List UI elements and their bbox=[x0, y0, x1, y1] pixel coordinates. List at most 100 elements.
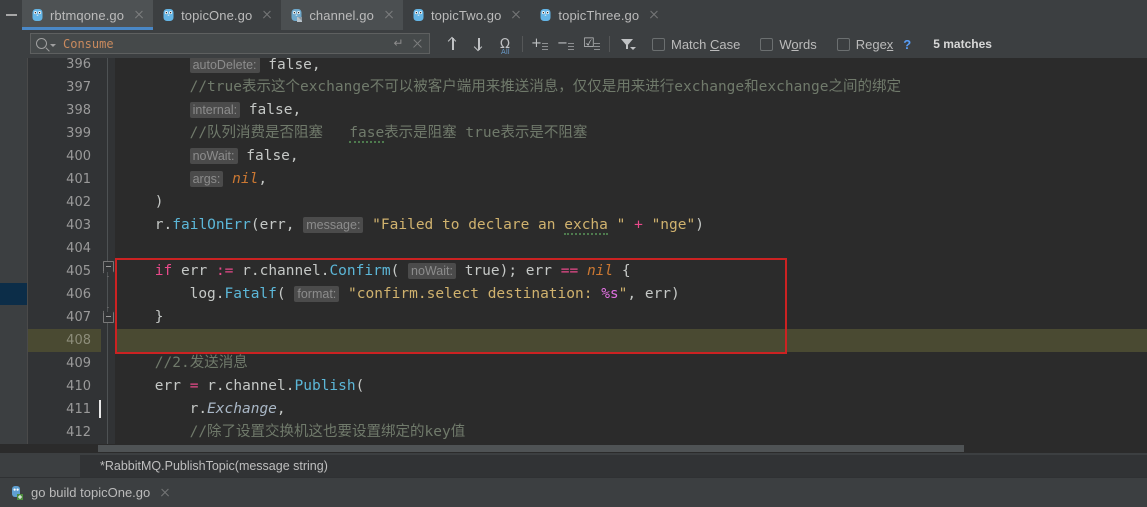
code-line-399[interactable]: //队列消费是否阻塞 fase表示是阻塞 true表示是不阻塞 bbox=[115, 122, 1147, 145]
code-line-406[interactable]: log.Fatalf( format: "confirm.select dest… bbox=[115, 283, 1147, 306]
arrow-down-icon bbox=[474, 37, 484, 51]
editor-tab-topicOne-go[interactable]: topicOne.go bbox=[153, 0, 282, 30]
line-number: 411 bbox=[66, 402, 91, 417]
search-input-value[interactable]: Consume bbox=[63, 37, 392, 51]
remove-line-button[interactable]: − bbox=[553, 31, 579, 57]
fold-marker-open[interactable] bbox=[102, 261, 114, 272]
checkbox-match-case[interactable]: Match Case bbox=[652, 37, 740, 52]
editor-tab-rbtmqone-go[interactable]: rbtmqone.go bbox=[22, 0, 154, 30]
find-toolbar: Consume ↵ Ω All + − ☑ Match Case Words Rege… bbox=[0, 30, 1147, 59]
plus-lines-icon: + bbox=[531, 36, 549, 52]
close-icon[interactable] bbox=[261, 9, 273, 21]
go-file-icon bbox=[162, 8, 175, 23]
find-actions: Ω All + − ☑ bbox=[440, 30, 640, 58]
close-icon[interactable] bbox=[159, 487, 171, 499]
editor-tab-channel-go[interactable]: channel.go bbox=[281, 0, 403, 30]
close-icon[interactable] bbox=[510, 9, 522, 21]
checkbox-regex[interactable]: Regex bbox=[836, 37, 893, 52]
editor-tab-topicTwo-go[interactable]: topicTwo.go bbox=[402, 0, 531, 30]
scrollbar-thumb[interactable] bbox=[98, 445, 964, 452]
editor-tab-bar: rbtmqone.go topicOne.go channel.go topicTwo… bbox=[0, 0, 1147, 31]
add-line-button[interactable]: + bbox=[527, 31, 553, 57]
code-line-400[interactable]: noWait: false, bbox=[115, 145, 1147, 168]
divider bbox=[518, 31, 527, 57]
code-line-403[interactable]: r.failOnErr(err, message: "Failed to dec… bbox=[115, 214, 1147, 237]
marker-gutter[interactable] bbox=[0, 58, 28, 453]
insert-newline-icon[interactable]: ↵ bbox=[392, 37, 405, 50]
line-number: 410 bbox=[66, 379, 91, 394]
code-line-410[interactable]: err = r.channel.Publish( bbox=[115, 375, 1147, 398]
code-line-408[interactable] bbox=[115, 329, 1147, 352]
checkbox-label: Match Case bbox=[671, 36, 741, 52]
horizontal-scrollbar[interactable] bbox=[0, 444, 1147, 453]
code-line-409[interactable]: //2.发送消息 bbox=[115, 352, 1147, 375]
code-line-402[interactable]: ) bbox=[115, 191, 1147, 214]
toggle-selection-button[interactable]: ☑ bbox=[579, 31, 605, 57]
line-number: 400 bbox=[66, 149, 91, 164]
help-link[interactable]: ? bbox=[903, 37, 911, 52]
breadcrumb: *RabbitMQ.PublishTopic(message string) bbox=[0, 455, 1147, 477]
clear-icon[interactable] bbox=[411, 37, 424, 50]
code-line-407[interactable]: } bbox=[115, 306, 1147, 329]
go-file-icon bbox=[31, 8, 44, 23]
collapse-icon[interactable] bbox=[0, 0, 22, 30]
tool-window-label[interactable]: go build topicOne.go bbox=[31, 485, 150, 500]
ide-window: rbtmqone.go topicOne.go channel.go topicTwo… bbox=[0, 0, 1147, 507]
checkbox-words[interactable]: Words bbox=[760, 37, 817, 52]
line-number: 405 bbox=[66, 264, 91, 279]
code-line-401[interactable]: args: nil, bbox=[115, 168, 1147, 191]
line-number: 403 bbox=[66, 218, 91, 233]
match-count-label: 5 matches bbox=[933, 37, 992, 51]
line-number: 397 bbox=[66, 80, 91, 95]
run-config-icon bbox=[10, 485, 24, 501]
close-icon[interactable] bbox=[383, 9, 395, 21]
code-line-412[interactable]: //除了设置交换机这也要设置绑定的key值 bbox=[115, 421, 1147, 444]
code-line-405[interactable]: if err := r.channel.Confirm( noWait: tru… bbox=[115, 260, 1147, 283]
omega-icon: Ω All bbox=[500, 36, 510, 56]
arrow-up-icon bbox=[448, 37, 458, 51]
code-text[interactable]: autoDelete: false,//true表示这个exchange不可以被… bbox=[115, 58, 1147, 453]
close-icon[interactable] bbox=[133, 9, 145, 21]
code-line-411[interactable]: r.Exchange, bbox=[115, 398, 1147, 421]
next-occurrence-button[interactable] bbox=[466, 31, 492, 57]
tab-label: channel.go bbox=[309, 7, 374, 23]
code-line-404[interactable] bbox=[115, 237, 1147, 260]
changed-lines-marker bbox=[0, 283, 27, 305]
editor-tab-topicThree-go[interactable]: topicThree.go bbox=[530, 0, 669, 30]
filter-button[interactable] bbox=[614, 31, 640, 57]
tab-label: topicTwo.go bbox=[430, 7, 502, 23]
breadcrumb-body[interactable]: *RabbitMQ.PublishTopic(message string) bbox=[80, 455, 1147, 477]
go-file-icon bbox=[412, 8, 425, 23]
line-number-gutter: 396 397 398 399 400 401 402 403 404 405 406 407 408 4… bbox=[28, 58, 101, 453]
line-number: 402 bbox=[66, 195, 91, 210]
code-editor[interactable]: 396 397 398 399 400 401 402 403 404 405 406 407 408 4… bbox=[0, 58, 1147, 453]
line-number: 412 bbox=[66, 425, 91, 440]
search-input[interactable]: Consume ↵ bbox=[30, 33, 430, 54]
line-number: 409 bbox=[66, 356, 91, 371]
close-icon[interactable] bbox=[648, 9, 660, 21]
go-file-icon bbox=[539, 8, 552, 23]
divider bbox=[605, 31, 614, 57]
breadcrumb-label: *RabbitMQ.PublishTopic(message string) bbox=[100, 459, 328, 473]
line-number: 396 bbox=[66, 58, 91, 72]
checkbox-lines-icon: ☑ bbox=[583, 36, 601, 52]
search-history-icon[interactable] bbox=[50, 44, 56, 47]
checkbox-box[interactable] bbox=[760, 37, 774, 51]
line-number: 408 bbox=[28, 329, 101, 352]
text-caret bbox=[99, 400, 101, 418]
select-all-occurrences-button[interactable]: Ω All bbox=[492, 31, 518, 57]
code-line-398[interactable]: internal: false, bbox=[115, 99, 1147, 122]
code-line-396[interactable]: autoDelete: false, bbox=[115, 58, 1147, 76]
tool-window-bar: go build topicOne.go bbox=[0, 477, 1147, 507]
previous-occurrence-button[interactable] bbox=[440, 31, 466, 57]
breadcrumb-left-strip bbox=[0, 455, 80, 477]
fold-marker-close[interactable] bbox=[102, 312, 114, 323]
filter-icon bbox=[620, 38, 636, 51]
go-file-readonly-icon bbox=[290, 8, 303, 23]
checkbox-box[interactable] bbox=[836, 37, 850, 51]
code-line-397[interactable]: //true表示这个exchange不可以被客户端用来推送消息，仅仅是用来进行e… bbox=[115, 76, 1147, 99]
search-icon bbox=[36, 38, 47, 49]
checkbox-box[interactable] bbox=[652, 37, 665, 51]
code-folding-gutter[interactable] bbox=[101, 58, 115, 453]
line-number: 404 bbox=[66, 241, 91, 256]
